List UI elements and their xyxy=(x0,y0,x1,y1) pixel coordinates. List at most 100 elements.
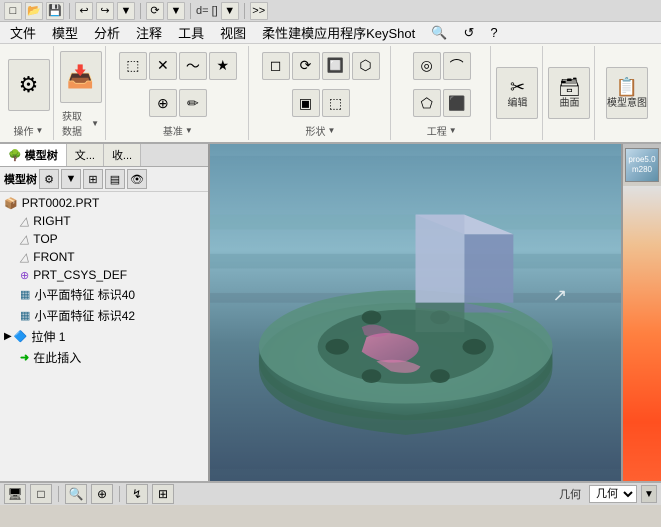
shape-revolve-button[interactable]: ⟳ xyxy=(292,52,320,80)
status-magnify-button[interactable]: 🔍 xyxy=(65,484,87,504)
qa-formula-arrow[interactable]: ▼ xyxy=(221,2,239,20)
surface-main-button[interactable]: 🗃 曲面 xyxy=(548,67,590,119)
panel-toolbar: 模型树 ⚙ ▼ ⊞ ▤ 👁 xyxy=(0,167,208,192)
menu-annotation[interactable]: 注释 xyxy=(128,21,170,44)
menu-tools[interactable]: 工具 xyxy=(170,21,212,44)
shape-extrude-button[interactable]: ◻ xyxy=(262,52,290,80)
eng-hole-button[interactable]: ◎ xyxy=(413,52,441,80)
status-select-arrow[interactable]: ▼ xyxy=(641,485,657,503)
panel-preview-button[interactable]: 👁 xyxy=(127,169,147,189)
qa-regen-button[interactable]: ⟳ xyxy=(146,2,164,20)
tree-item-facet42[interactable]: ▦ 小平面特征 标识42 xyxy=(0,305,208,326)
panel-tabs: 🌳 模型树 文... 收... xyxy=(0,144,208,167)
status-mode-select[interactable]: 几何 xyxy=(589,485,637,503)
app-icon-box[interactable]: proe5.0 m280 xyxy=(625,148,659,182)
menu-undo[interactable]: ↺ xyxy=(455,23,482,43)
qa-new-button[interactable]: □ xyxy=(4,2,22,20)
menu-model[interactable]: 模型 xyxy=(44,21,86,44)
shape-blend-button[interactable]: ⬡ xyxy=(352,52,380,80)
tree-item-part[interactable]: 📦 PRT0002.PRT xyxy=(0,194,208,212)
tree-item-extrude[interactable]: ▶ 🔷 拉伸 1 xyxy=(0,326,208,347)
getdata-label: 获取数据 ▼ xyxy=(62,106,99,138)
datum-label: 基准 ▼ xyxy=(163,121,193,138)
status-window-button[interactable]: □ xyxy=(30,484,52,504)
panel-options-button[interactable]: ▤ xyxy=(105,169,125,189)
qa-separator-4 xyxy=(244,3,245,19)
modeltree-tab-icon: 🌳 xyxy=(8,150,22,162)
modelintent-main-button[interactable]: 📋 模型意图 xyxy=(606,67,648,119)
tree-content: 📦 PRT0002.PRT △ RIGHT △ TOP △ FRONT ⊕ P xyxy=(0,192,208,481)
panel-columns-button[interactable]: ⊞ xyxy=(83,169,103,189)
tree-item-right[interactable]: △ RIGHT xyxy=(0,212,208,230)
engineering-tools: ◎ ⌒ ⬠ ⬛ xyxy=(399,48,484,121)
datum-plane-icon-front: △ xyxy=(20,250,29,264)
status-sep-2 xyxy=(119,486,120,502)
extrude-icon: 🔷 xyxy=(14,330,28,343)
datum-point-button[interactable]: ★ xyxy=(209,52,237,80)
menu-view[interactable]: 视图 xyxy=(212,21,254,44)
qa-more-button[interactable]: >> xyxy=(250,2,268,20)
eng-chamfer-button[interactable]: ⬠ xyxy=(413,89,441,117)
action-main-button[interactable]: ⚙ xyxy=(8,59,50,111)
tree-item-insert[interactable]: ➜ 在此插入 xyxy=(0,347,208,368)
panel-tab-file[interactable]: 文... xyxy=(67,144,104,166)
datum-plane-icon: △ xyxy=(20,214,29,228)
menu-search[interactable]: 🔍 xyxy=(423,23,455,43)
menu-analysis[interactable]: 分析 xyxy=(86,21,128,44)
shape-draft-button[interactable]: ⬚ xyxy=(322,89,350,117)
qa-undo-arrow[interactable]: ▼ xyxy=(117,2,135,20)
ribbon-section-actions: ⚙ 操作 ▼ xyxy=(4,46,54,140)
datum-axis-button[interactable]: ✕ xyxy=(149,52,177,80)
panel-settings-button[interactable]: ⚙ xyxy=(39,169,59,189)
main-area: 🌳 模型树 文... 收... 模型树 ⚙ ▼ ⊞ ▤ 👁 📦 PRT0002 xyxy=(0,144,661,481)
getdata-main-button[interactable]: 📥 xyxy=(60,51,102,103)
status-group-button[interactable]: ⊞ xyxy=(152,484,174,504)
status-zoom-button[interactable]: ⊕ xyxy=(91,484,113,504)
tree-item-top[interactable]: △ TOP xyxy=(0,230,208,248)
panel-arrow-button[interactable]: ▼ xyxy=(61,169,81,189)
qa-redo-button[interactable]: ↪ xyxy=(96,2,114,20)
datum-plane-button[interactable]: ⬚ xyxy=(119,52,147,80)
qa-arrow-button[interactable]: ▼ xyxy=(167,2,185,20)
actions-tools: ⚙ xyxy=(8,48,50,121)
panel-tab-modeltree[interactable]: 🌳 模型树 xyxy=(0,144,67,166)
tree-item-facet40[interactable]: ▦ 小平面特征 标识40 xyxy=(0,284,208,305)
edit-main-button[interactable]: ✂ 编辑 xyxy=(496,67,538,119)
eng-round-button[interactable]: ⌒ xyxy=(443,52,471,80)
modelintent-tools: 📋 模型意图 xyxy=(606,48,648,138)
app-icon-label: proe5.0 m280 xyxy=(628,155,655,174)
viewport[interactable]: ↗ xyxy=(210,144,621,481)
left-panel: 🌳 模型树 文... 收... 模型树 ⚙ ▼ ⊞ ▤ 👁 📦 PRT0002 xyxy=(0,144,210,481)
datum-curve-button[interactable]: 〜 xyxy=(179,52,207,80)
shape-tools: ◻ ⟳ 🔲 ⬡ ▣ ⬚ xyxy=(257,48,385,121)
qa-save-button[interactable]: 💾 xyxy=(46,2,64,20)
ribbon-toolbar: ⚙ 操作 ▼ 📥 获取数据 ▼ ⬚ ✕ 〜 ★ ⊕ ✏ 基准 xyxy=(0,44,661,144)
svg-text:↗: ↗ xyxy=(553,285,568,305)
eng-shell-button[interactable]: ⬛ xyxy=(443,89,471,117)
shape-rib-button[interactable]: ▣ xyxy=(292,89,320,117)
actions-label: 操作 ▼ xyxy=(14,121,44,138)
ribbon-section-datum: ⬚ ✕ 〜 ★ ⊕ ✏ 基准 ▼ xyxy=(108,46,249,140)
qa-undo-button[interactable]: ↩ xyxy=(75,2,93,20)
right-panel: proe5.0 m280 xyxy=(621,144,661,481)
ribbon-section-edit: ✂ 编辑 xyxy=(493,46,543,140)
gradient-panel xyxy=(623,186,661,481)
datum-csys-button[interactable]: ⊕ xyxy=(149,89,177,117)
datum-sketch-button[interactable]: ✏ xyxy=(179,89,207,117)
extrude-arrow-icon: ▶ xyxy=(4,331,12,342)
status-mode-label: 几何 xyxy=(382,486,586,502)
menu-keyshot[interactable]: 柔性建模应用程序KeyShot xyxy=(254,21,423,44)
qa-open-button[interactable]: 📂 xyxy=(25,2,43,20)
status-tools-button[interactable]: ↯ xyxy=(126,484,148,504)
menu-help[interactable]: ? xyxy=(482,23,505,42)
status-display-button[interactable]: 🖥 xyxy=(4,484,26,504)
tree-item-front[interactable]: △ FRONT xyxy=(0,248,208,266)
shape-sweep-button[interactable]: 🔲 xyxy=(322,52,350,80)
menu-file[interactable]: 文件 xyxy=(2,21,44,44)
status-sep-1 xyxy=(58,486,59,502)
facet-icon-40: ▦ xyxy=(20,288,30,301)
panel-tab-collect[interactable]: 收... xyxy=(104,144,141,166)
tree-item-csys[interactable]: ⊕ PRT_CSYS_DEF xyxy=(0,266,208,284)
qa-separator-1 xyxy=(69,3,70,19)
ribbon-section-surface: 🗃 曲面 xyxy=(545,46,595,140)
